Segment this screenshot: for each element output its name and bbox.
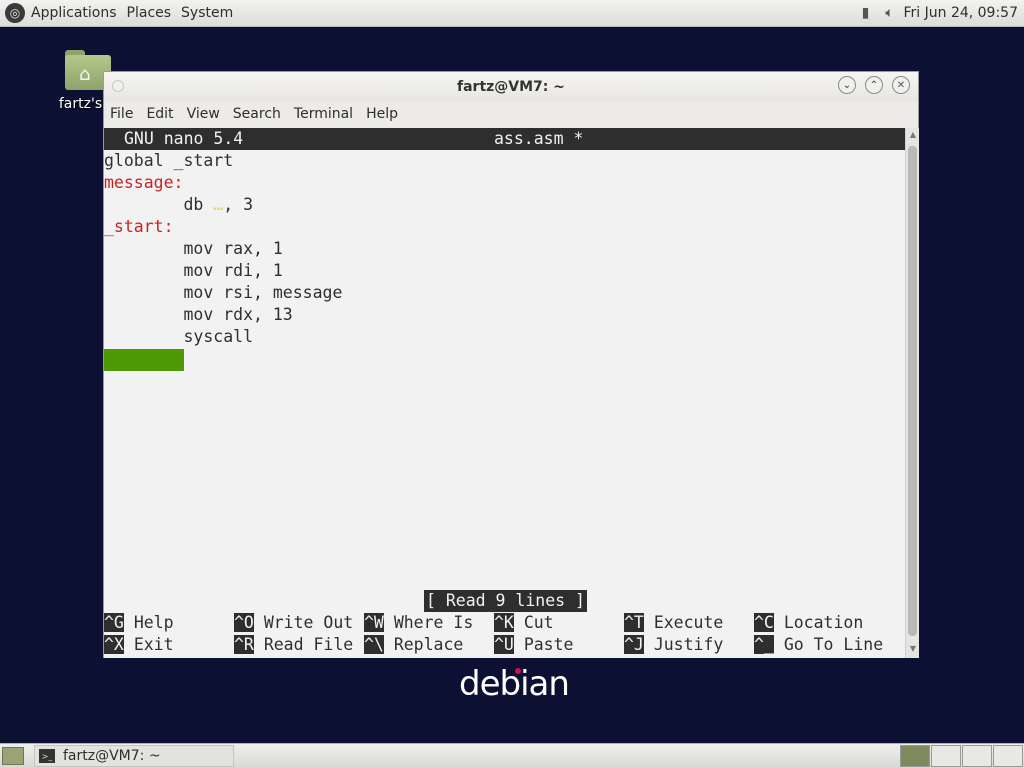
taskbar-terminal-button[interactable]: >_ fartz@VM7: ~: [34, 745, 234, 767]
minimize-button[interactable]: ⌄: [838, 76, 856, 94]
workspace-4[interactable]: [993, 745, 1023, 767]
volume-icon[interactable]: 🔈︎: [879, 4, 899, 22]
bottom-taskbar: >_ fartz@VM7: ~: [0, 743, 1024, 768]
shortcut-go-to-line[interactable]: ^_ Go To Line: [754, 634, 883, 656]
house-icon: ⌂: [79, 64, 91, 85]
nano-filename: ass.asm *: [494, 129, 584, 148]
top-panel: ◎ Applications Places System ▮ 🔈︎ Fri Ju…: [0, 0, 1024, 27]
show-desktop-icon[interactable]: [2, 747, 24, 765]
window-menu-icon[interactable]: [112, 80, 124, 92]
code-text: db: [104, 195, 214, 214]
terminal-window: fartz@VM7: ~ ⌄ ⌃ ✕ File Edit View Search…: [103, 71, 919, 658]
menubar: File Edit View Search Terminal Help: [104, 101, 918, 127]
debian-logo: debian: [459, 664, 570, 704]
scroll-up-icon[interactable]: ▲: [908, 130, 918, 140]
nano-header: GNU nano 5.4 ass.asm *: [104, 128, 905, 150]
code-label[interactable]: _start:: [104, 216, 174, 238]
code-line[interactable]: syscall: [104, 326, 253, 348]
code-string: …: [213, 195, 224, 214]
nano-status: [ Read 9 lines ]: [424, 590, 587, 612]
menu-view[interactable]: View: [187, 106, 220, 122]
scroll-down-icon[interactable]: ▼: [908, 644, 918, 654]
shortcut-read-file[interactable]: ^R Read File: [234, 634, 353, 656]
text-cursor: [104, 349, 184, 371]
shortcut-location[interactable]: ^C Location: [754, 612, 863, 634]
applications-menu[interactable]: Applications: [31, 5, 117, 21]
debian-logo-text: debian: [459, 664, 570, 704]
menu-edit[interactable]: Edit: [146, 106, 173, 122]
code-line[interactable]: db …, 3: [104, 194, 253, 216]
shortcut-paste[interactable]: ^U Paste: [494, 634, 573, 656]
code-line[interactable]: mov rdi, 1: [104, 260, 282, 282]
nano-version: GNU nano 5.4: [124, 129, 244, 148]
shortcut-justify[interactable]: ^J Justify: [624, 634, 723, 656]
clock[interactable]: Fri Jun 24, 09:57: [903, 5, 1018, 21]
code-line[interactable]: mov rdx, 13: [104, 304, 292, 326]
shortcut-write-out[interactable]: ^O Write Out: [234, 612, 353, 634]
workspace-2[interactable]: [931, 745, 961, 767]
maximize-button[interactable]: ⌃: [865, 76, 883, 94]
scroll-thumb[interactable]: [908, 146, 917, 636]
shortcut-execute[interactable]: ^T Execute: [624, 612, 723, 634]
debian-swirl-icon: [515, 668, 521, 674]
shortcut-exit[interactable]: ^X Exit: [104, 634, 174, 656]
shortcut-cut[interactable]: ^K Cut: [494, 612, 554, 634]
code-line[interactable]: mov rax, 1: [104, 238, 282, 260]
terminal-icon: >_: [39, 749, 55, 763]
workspace-1[interactable]: [900, 745, 930, 767]
code-label[interactable]: message:: [104, 172, 183, 194]
menu-search[interactable]: Search: [233, 106, 281, 122]
workspace-3[interactable]: [962, 745, 992, 767]
window-titlebar[interactable]: fartz@VM7: ~ ⌄ ⌃ ✕: [104, 72, 918, 101]
code-text: , 3: [223, 195, 254, 214]
shortcut-where-is[interactable]: ^W Where Is: [364, 612, 473, 634]
window-title: fartz@VM7: ~: [457, 78, 565, 95]
places-menu[interactable]: Places: [127, 5, 172, 21]
terminal-area[interactable]: GNU nano 5.4 ass.asm * global _start mes…: [104, 128, 905, 658]
network-icon[interactable]: ▮: [855, 4, 875, 22]
system-menu[interactable]: System: [181, 5, 233, 21]
terminal-scrollbar[interactable]: ▲ ▼: [905, 128, 919, 658]
close-button[interactable]: ✕: [892, 76, 910, 94]
menu-help[interactable]: Help: [366, 106, 398, 122]
shortcut-replace[interactable]: ^\ Replace: [364, 634, 463, 656]
shortcut-help[interactable]: ^G Help: [104, 612, 174, 634]
code-line[interactable]: mov rsi, message: [104, 282, 342, 304]
menu-terminal[interactable]: Terminal: [294, 106, 353, 122]
taskbar-task-label: fartz@VM7: ~: [63, 748, 161, 764]
debian-menu-icon[interactable]: ◎: [5, 3, 25, 23]
menu-file[interactable]: File: [110, 106, 133, 122]
code-line[interactable]: global _start: [104, 150, 233, 172]
